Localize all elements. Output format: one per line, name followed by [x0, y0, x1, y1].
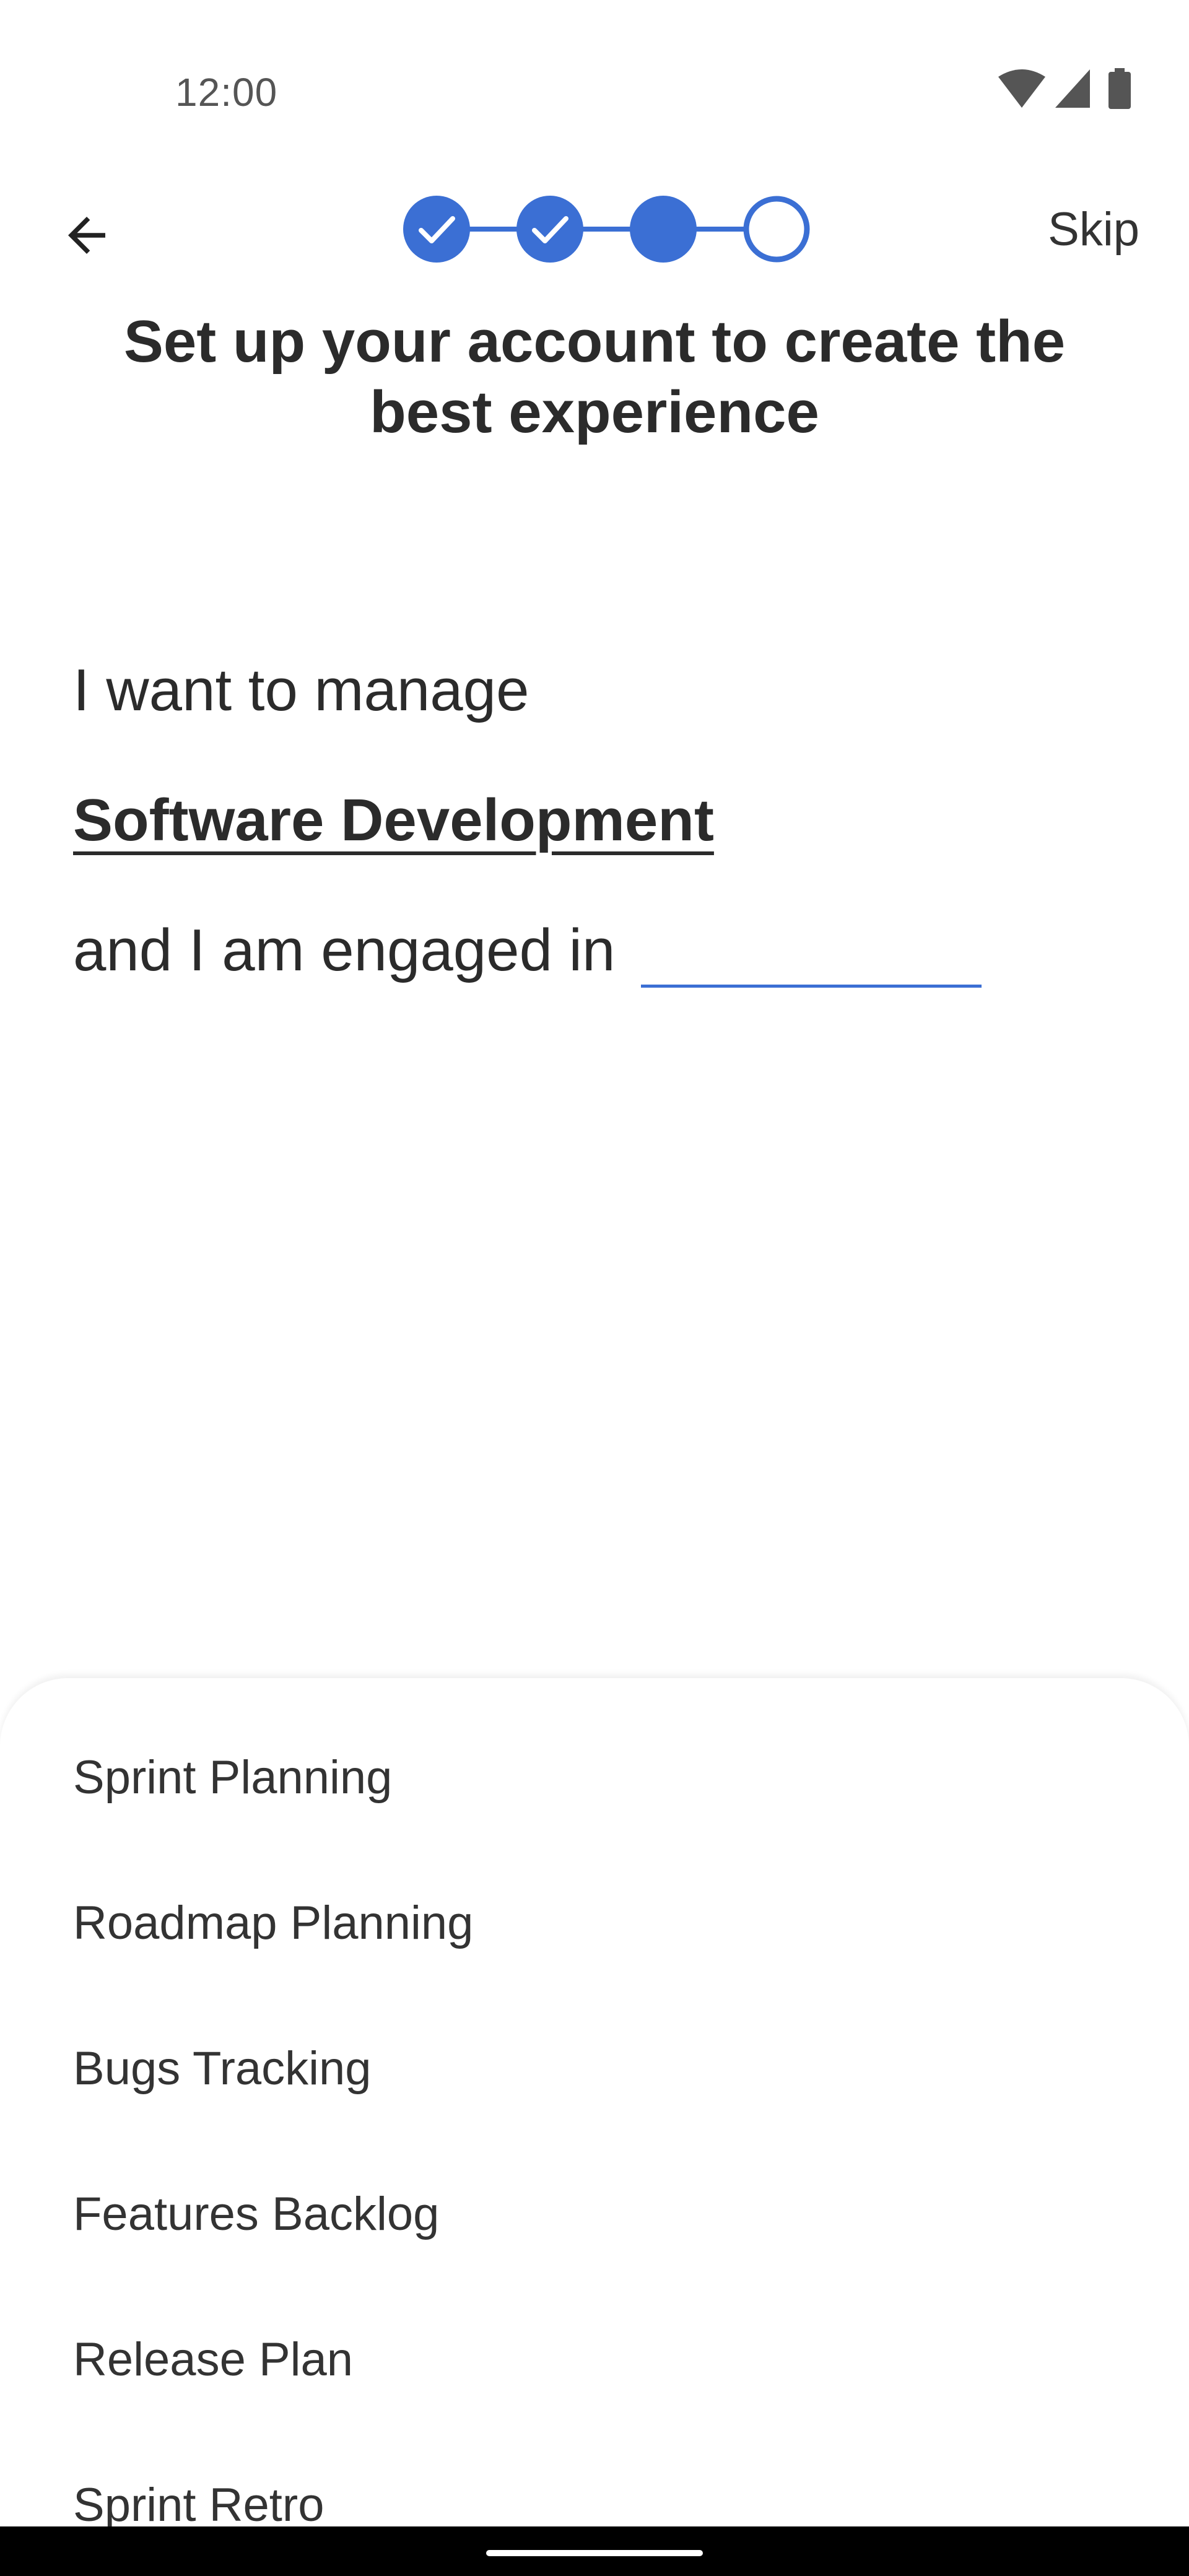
options-bottom-sheet: Sprint Planning Roadmap Planning Bugs Tr…	[0, 1678, 1189, 2533]
step-3-current	[630, 196, 697, 263]
status-icons	[997, 67, 1133, 110]
arrow-left-icon	[68, 217, 105, 254]
status-time: 12:00	[175, 70, 278, 115]
option-sprint-planning[interactable]: Sprint Planning	[73, 1715, 1126, 1839]
engagement-blank-field[interactable]	[641, 923, 982, 988]
sentence-line-manage: I want to manage	[73, 657, 529, 723]
sentence-line-engaged: and I am engaged in	[73, 917, 616, 983]
option-roadmap-planning[interactable]: Roadmap Planning	[73, 1861, 1126, 1985]
system-navigation-bar	[0, 2526, 1189, 2576]
step-4-pending	[743, 196, 810, 263]
option-release-plan[interactable]: Release Plan	[73, 2297, 1126, 2421]
page-title: Set up your account to create the best e…	[123, 308, 1066, 445]
home-gesture-handle[interactable]	[486, 2550, 703, 2556]
progress-stepper	[403, 196, 810, 263]
skip-button[interactable]: Skip	[1048, 192, 1139, 266]
back-button[interactable]	[43, 192, 130, 279]
wifi-icon	[998, 69, 1045, 108]
option-bugs-tracking[interactable]: Bugs Tracking	[73, 2006, 1126, 2130]
step-2-completed	[516, 196, 583, 263]
status-bar: 12:00	[0, 0, 1189, 180]
option-sprint-retro[interactable]: Sprint Retro	[73, 2443, 1126, 2533]
option-features-backlog[interactable]: Features Backlog	[73, 2152, 1126, 2276]
top-bar: Skip	[0, 180, 1189, 279]
battery-icon	[1108, 68, 1131, 109]
cellular-signal-icon	[1055, 69, 1090, 108]
step-1-completed	[403, 196, 470, 263]
selected-category-link[interactable]: Software Development	[73, 786, 714, 855]
